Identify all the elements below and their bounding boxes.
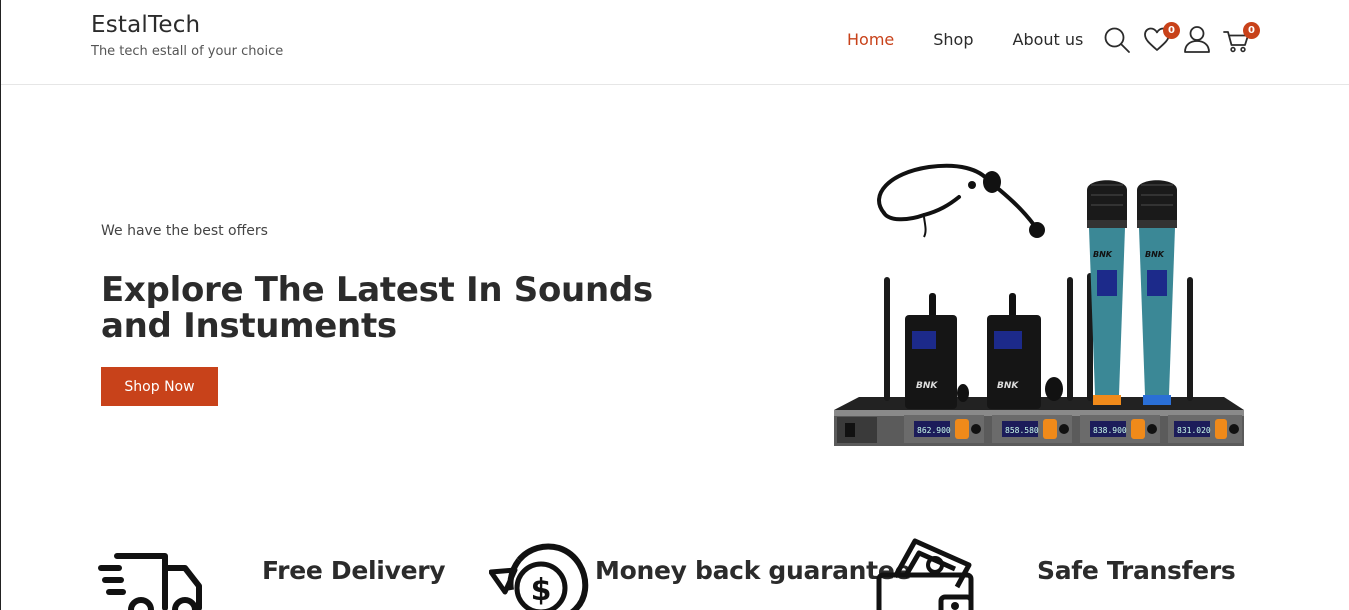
brand-tagline: The tech estall of your choice	[91, 44, 284, 59]
channel-2-readout: 858.580	[1005, 426, 1039, 435]
search-button[interactable]	[1103, 24, 1133, 56]
search-icon	[1104, 27, 1130, 53]
brand[interactable]: EstalTech The tech estall of your choice	[91, 12, 283, 59]
user-icon	[1184, 26, 1210, 53]
nav-link-shop[interactable]: Shop	[933, 30, 973, 49]
header-icons: 0 0	[1103, 22, 1273, 56]
cart-button[interactable]: 0	[1223, 22, 1260, 56]
feature-money-back-guarantee: Money back guarantee	[595, 556, 912, 585]
bodypack-2-brand: BNK	[997, 381, 1019, 391]
hero-kicker: We have the best offers	[101, 223, 268, 239]
handheld-microphone-2: BNK	[1137, 180, 1177, 405]
account-button[interactable]	[1183, 24, 1213, 56]
svg-text:$: $	[531, 573, 552, 608]
brand-name[interactable]: EstalTech	[91, 12, 283, 38]
mic-2-brand: BNK	[1145, 250, 1165, 259]
hero-product-image[interactable]: 862.900 858.580 838.900 831.020 BNK BNK …	[829, 155, 1249, 455]
nav-link-about-us[interactable]: About us	[1013, 30, 1084, 49]
nav-link-home[interactable]: Home	[847, 30, 894, 49]
main-nav: Home Shop About us	[847, 30, 1083, 49]
channel-1-readout: 862.900	[917, 426, 951, 435]
bodypack-transmitter-1: BNK	[905, 293, 957, 409]
site-header: EstalTech The tech estall of your choice…	[1, 0, 1349, 85]
feature-free-delivery: Free Delivery	[262, 556, 446, 585]
hero-title: Explore The Latest In Sounds and Instume…	[101, 270, 653, 346]
bodypack-transmitter-2: BNK	[987, 293, 1041, 409]
bodypack-1-brand: BNK	[916, 381, 938, 391]
channel-3-readout: 838.900	[1093, 426, 1127, 435]
feature-safe-transfers: Safe Transfers	[1037, 556, 1236, 585]
channel-4-readout: 831.020	[1177, 426, 1211, 435]
headset-microphone	[877, 163, 1036, 227]
wishlist-count-badge: 0	[1163, 22, 1180, 39]
money-back-icon: $	[489, 543, 589, 610]
wishlist-button[interactable]: 0	[1143, 22, 1180, 56]
wallet-icon	[876, 538, 974, 610]
mic-1-brand: BNK	[1093, 250, 1113, 259]
delivery-truck-icon	[98, 553, 202, 610]
shop-now-button[interactable]: Shop Now	[101, 367, 218, 406]
cart-count-badge: 0	[1243, 22, 1260, 39]
